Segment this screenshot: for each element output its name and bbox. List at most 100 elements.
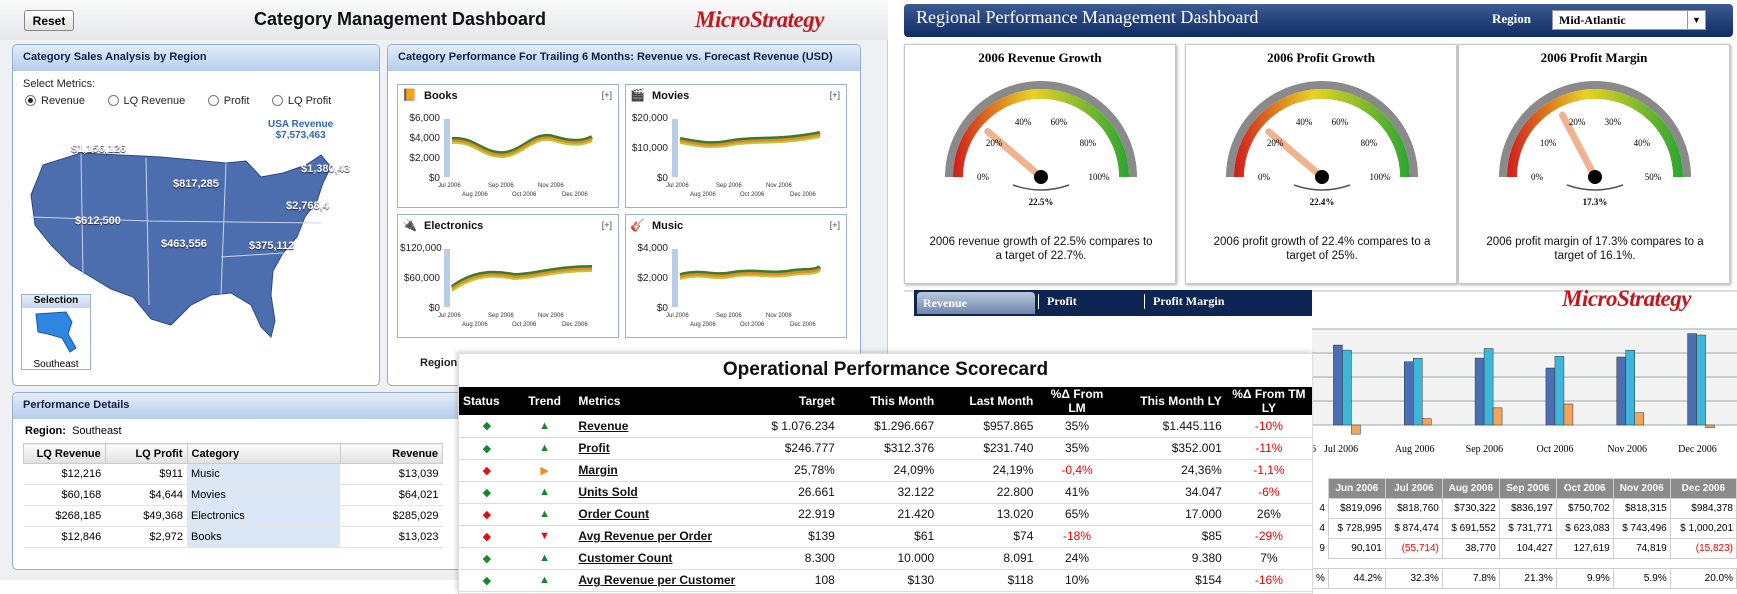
- table-row[interactable]: ◆ ▼ Avg Revenue per Order $139 $61 $74 -18% $85…: [459, 525, 1312, 548]
- table-row[interactable]: ◆ ▲ Order Count 22.919 21.420 13.020 65% 17.000…: [459, 503, 1312, 526]
- table-cell: $984,378: [1669, 498, 1737, 519]
- region-select[interactable]: Mid-Atlantic ▼: [1552, 10, 1706, 30]
- tab-profit[interactable]: Profit: [1038, 294, 1077, 309]
- metric-link[interactable]: Margin: [574, 459, 740, 482]
- bar[interactable]: [1351, 424, 1361, 435]
- bar[interactable]: [1474, 357, 1485, 426]
- column-header[interactable]: This Month LY: [1116, 387, 1226, 415]
- gauge-tick-label: 20%: [1267, 138, 1284, 148]
- reset-button[interactable]: Reset: [24, 10, 74, 31]
- column-header[interactable]: LQ Profit: [104, 443, 188, 464]
- metric-radio-revenue[interactable]: Revenue: [25, 95, 85, 107]
- expand-button[interactable]: [+]: [602, 90, 612, 100]
- column-header[interactable]: Aug 2006: [1441, 478, 1500, 499]
- x-tick-label: Aug 2006: [1394, 444, 1435, 455]
- table-row[interactable]: ◆ ▲ Profit $246.777 $312.376 $231.740 35% $352.…: [459, 437, 1312, 460]
- metric-link[interactable]: Customer Count: [574, 547, 740, 570]
- bar[interactable]: [1554, 356, 1565, 426]
- bar[interactable]: [1634, 412, 1644, 426]
- table-cell: $60,168: [23, 484, 106, 506]
- monthly-bar-chart: [1312, 328, 1737, 435]
- trend-lines: [444, 249, 593, 307]
- table-cell: $4,644: [105, 484, 187, 506]
- selection-box[interactable]: Selection Southeast: [21, 294, 91, 370]
- table-row[interactable]: ◆ ▲ Customer Count 8.300 10.000 8.091 24% 9.380…: [459, 547, 1312, 570]
- bar[interactable]: [1483, 348, 1494, 426]
- column-header[interactable]: LQ Revenue: [23, 443, 106, 464]
- y-tick-label: $0: [656, 303, 668, 314]
- bar[interactable]: [1413, 357, 1423, 426]
- column-header[interactable]: Category: [186, 443, 341, 464]
- column-header[interactable]: Nov 2006: [1612, 478, 1671, 499]
- gauge-description: 2006 revenue growth of 22.5% compares to…: [929, 236, 1153, 262]
- this-month-ly-value: 24,36%: [1116, 459, 1226, 482]
- bar[interactable]: [1545, 367, 1556, 426]
- table-row: 9 90,101 (55,714) 38,770 104,427 127,619 74,81…: [1313, 538, 1737, 559]
- table-cell: 4: [1319, 523, 1325, 534]
- column-header[interactable]: %Δ From LM: [1037, 387, 1117, 415]
- tab-revenue[interactable]: Revenue: [917, 292, 1035, 314]
- table-row[interactable]: $268,185 $49,368 Electronics $285,029: [23, 505, 443, 527]
- metric-radio-lq-revenue[interactable]: LQ Revenue: [107, 94, 186, 107]
- table-row[interactable]: $12,846 $2,972 Books $13,023: [23, 526, 443, 548]
- metric-link[interactable]: Order Count: [574, 503, 740, 526]
- column-header[interactable]: Last Month: [938, 387, 1038, 415]
- column-header[interactable]: Oct 2006: [1555, 478, 1614, 499]
- radio-label: LQ Revenue: [123, 94, 186, 107]
- bar[interactable]: [1696, 334, 1706, 426]
- last-month-value: 22.800: [938, 481, 1038, 504]
- expand-button[interactable]: [+]: [830, 220, 840, 230]
- expand-button[interactable]: [+]: [602, 220, 612, 230]
- status-green-icon: ◆: [459, 481, 515, 504]
- chevron-down-icon[interactable]: ▼: [1687, 11, 1705, 29]
- bar[interactable]: [1492, 407, 1503, 426]
- expand-button[interactable]: [+]: [830, 90, 840, 100]
- column-header[interactable]: This Month: [838, 387, 939, 415]
- column-header[interactable]: Target: [739, 387, 839, 415]
- bar[interactable]: [1616, 356, 1626, 426]
- gauge-tick-label: 0%: [1531, 172, 1544, 182]
- gauge-tick-label: 40%: [1015, 117, 1032, 127]
- metric-link[interactable]: Profit: [574, 437, 740, 460]
- column-header[interactable]: Sep 2006: [1498, 478, 1557, 499]
- gauge-tick-label: 60%: [1051, 117, 1068, 127]
- table-row[interactable]: ◆ ▲ Avg Revenue per Customer 108 $130 $118 10%…: [459, 569, 1312, 592]
- gauge-tick-label: 10%: [1540, 138, 1557, 148]
- table-row[interactable]: $12,216 $911 Music $13,039: [23, 463, 443, 485]
- column-header[interactable]: Dec 2006: [1669, 478, 1737, 499]
- table-cell: $268,185: [23, 505, 106, 527]
- this-month-value: 24,09%: [838, 459, 939, 482]
- bar[interactable]: [1404, 361, 1414, 426]
- column-header[interactable]: Jun 2006: [1327, 478, 1386, 499]
- column-header[interactable]: Revenue: [339, 443, 444, 464]
- metric-link[interactable]: Revenue: [574, 415, 740, 438]
- column-header[interactable]: Trend: [514, 387, 575, 415]
- table-row[interactable]: $60,168 $4,644 Movies $64,021: [23, 484, 443, 506]
- gauge-value: 22.5%: [1028, 197, 1054, 207]
- bar[interactable]: [1563, 403, 1574, 426]
- bar[interactable]: [1342, 349, 1352, 426]
- bar[interactable]: [1333, 344, 1343, 426]
- column-header[interactable]: Metrics: [574, 387, 740, 415]
- y-tick-label: $60,000: [403, 273, 440, 284]
- table-header-row: Status Trend Metrics Target This Month Last M…: [459, 387, 1312, 415]
- bar[interactable]: [1687, 333, 1697, 426]
- table-row[interactable]: ◆ ▶ Margin 25,78% 24,09% 24,19% -0,4% 24,36% -1,…: [459, 459, 1312, 482]
- bar[interactable]: [1705, 424, 1715, 428]
- column-header[interactable]: Status: [459, 387, 515, 415]
- bar[interactable]: [1422, 418, 1432, 426]
- metric-link[interactable]: Avg Revenue per Order: [574, 525, 740, 548]
- metric-radio-profit[interactable]: Profit: [207, 95, 249, 107]
- tab-profit-margin[interactable]: Profit Margin: [1144, 294, 1224, 309]
- bar[interactable]: [1625, 349, 1635, 426]
- table-cell: $ 874,474: [1384, 518, 1443, 539]
- table-row[interactable]: ◆ ▲ Units Sold 26.661 32.122 22.800 41% 34.047-…: [459, 481, 1312, 504]
- table-header-row: Jun 2006 Jul 2006 Aug 2006 Sep 2006 Oct 2006…: [1312, 478, 1737, 499]
- metric-radio-lq-profit[interactable]: LQ Profit: [271, 95, 331, 107]
- column-header[interactable]: Jul 2006: [1384, 478, 1443, 499]
- column-header[interactable]: %Δ From TM LY: [1225, 387, 1312, 415]
- metric-link[interactable]: Units Sold: [574, 481, 740, 504]
- table-row[interactable]: ◆ ▲ Revenue $ 1.076.234 $1.296.667 $957.865 35…: [459, 415, 1312, 438]
- x-tick-label: Oct 2006: [512, 192, 537, 198]
- metric-link[interactable]: Avg Revenue per Customer: [574, 569, 740, 592]
